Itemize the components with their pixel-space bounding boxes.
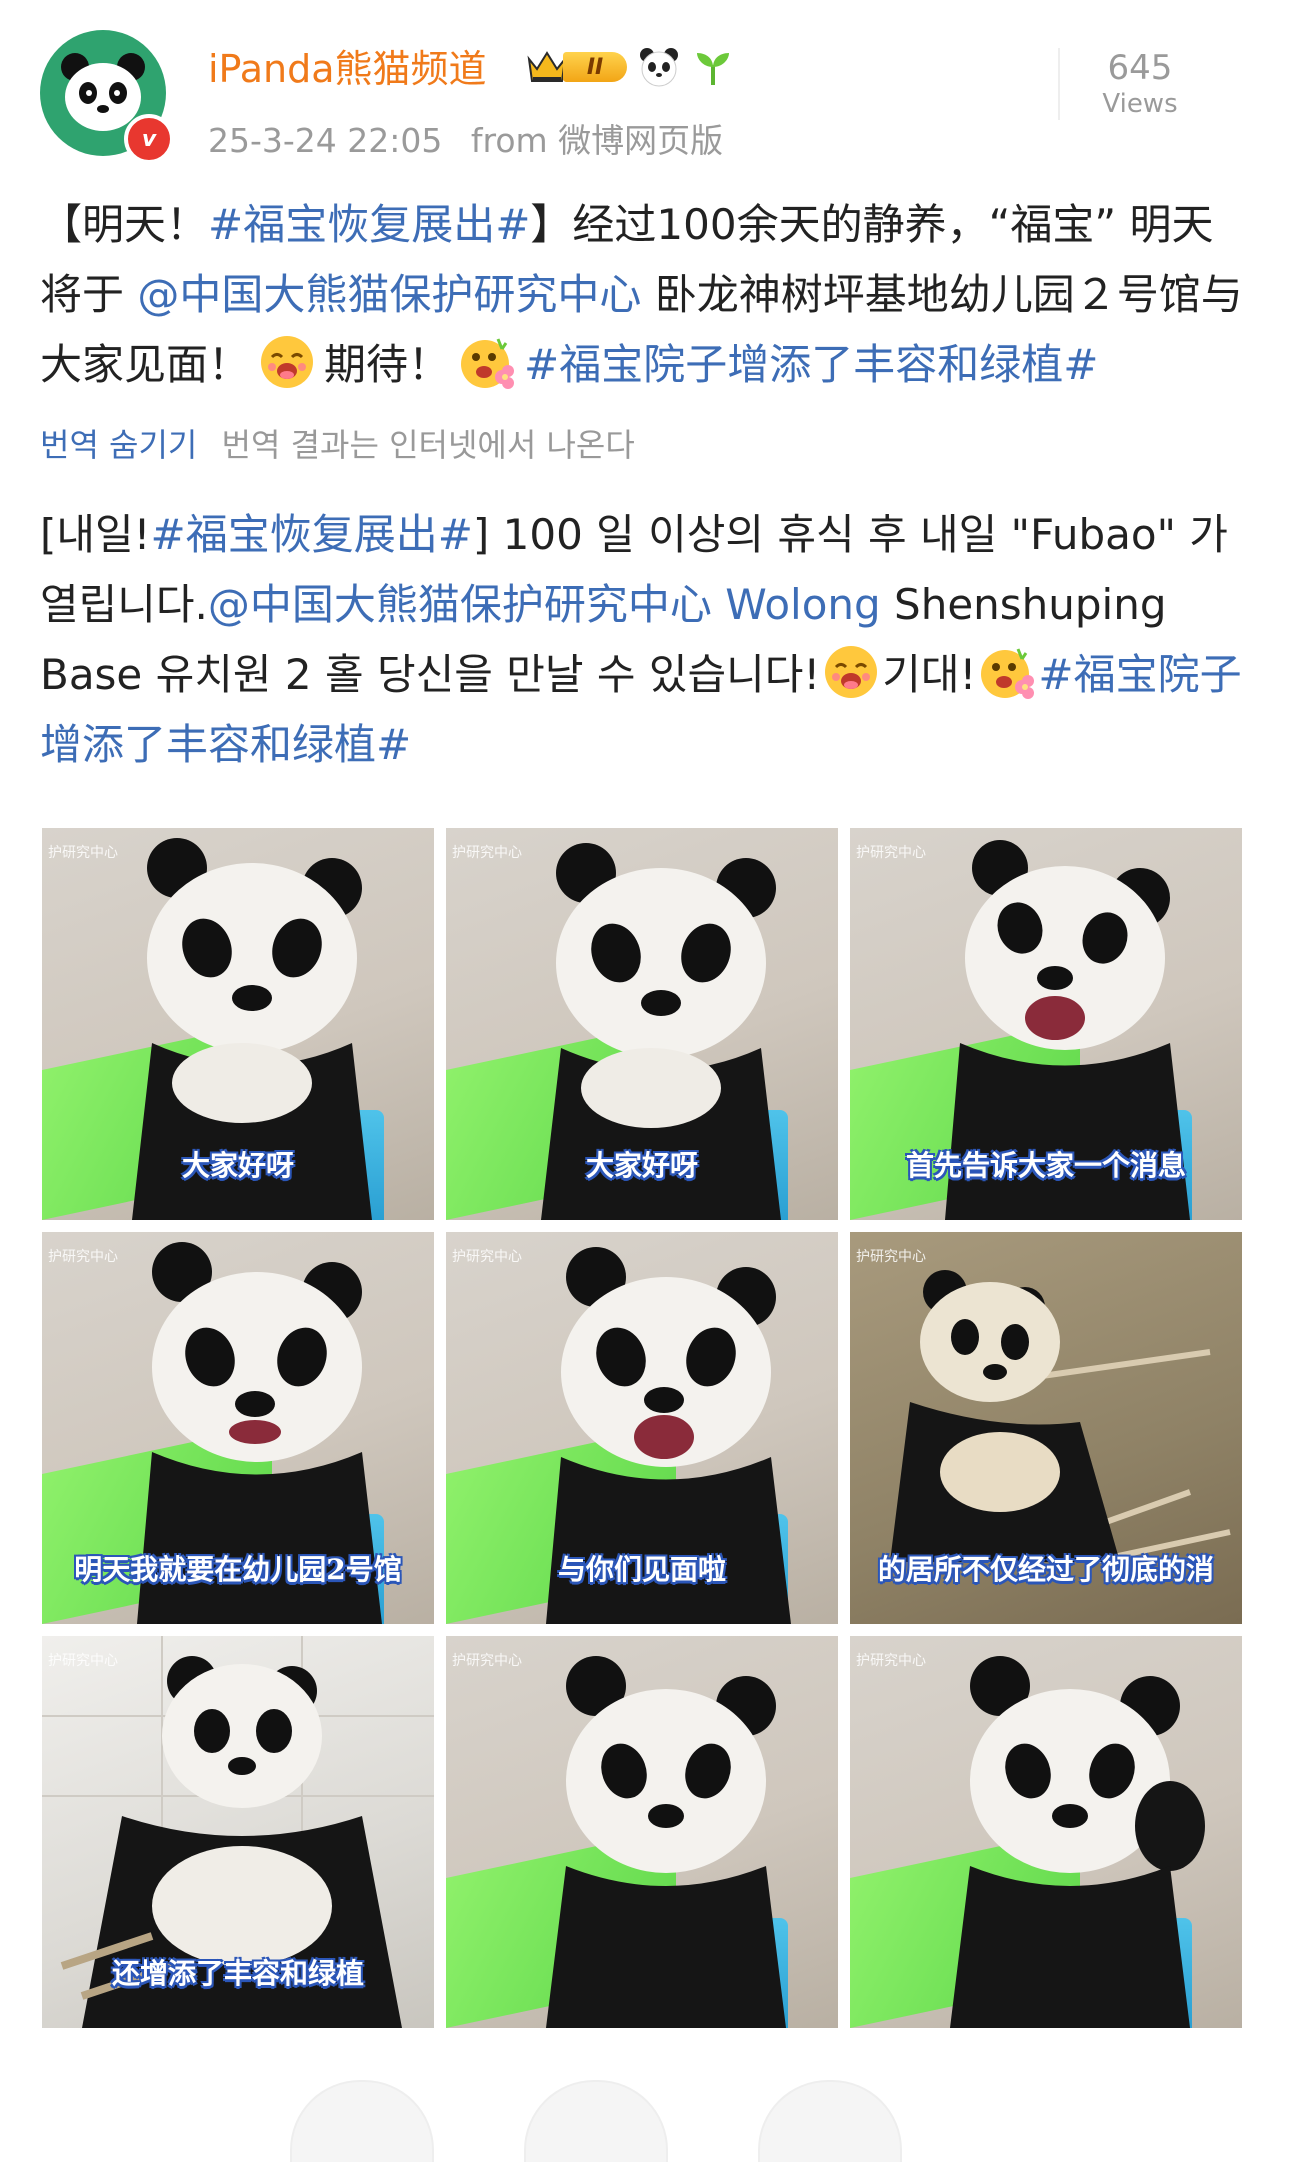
translated-text: 기대!	[882, 650, 977, 699]
flower-face-icon	[461, 338, 515, 389]
username[interactable]: iPanda熊猫频道	[208, 38, 487, 93]
yum-face-icon	[825, 646, 878, 698]
photo-caption: 大家好呀	[585, 1149, 698, 1182]
photo-watermark: 护研究中心	[48, 1653, 118, 1669]
yum-face-icon	[261, 336, 314, 388]
photo-2[interactable]: 护研究中心 大家好呀	[446, 828, 838, 1220]
flower-face-icon	[981, 648, 1035, 699]
translation-bar: 번역 숨기기 번역 결과는 인터넷에서 나온다	[40, 420, 635, 466]
rank-label: II	[563, 52, 627, 82]
post-source: from 微博网页版	[470, 121, 724, 160]
views-counter: 645 Views	[1058, 48, 1220, 120]
action-button[interactable]	[524, 2080, 668, 2162]
photo-3[interactable]: 护研究中心 首先告诉大家一个消息	[850, 828, 1242, 1220]
views-count: 645	[1107, 48, 1173, 88]
post-text: 期待！	[324, 340, 451, 389]
photo-watermark: 护研究中心	[856, 1249, 926, 1265]
vip-rank-badge[interactable]: II	[525, 47, 627, 87]
photo-watermark: 护研究中心	[856, 845, 926, 861]
post-body: 【明天！#福宝恢复展出#】经过100余天的静养，“福宝” 明天将于 @中国大熊猫…	[40, 190, 1250, 400]
translated-text: [내일!	[40, 510, 151, 559]
photo-watermark: 护研究中心	[856, 1653, 926, 1669]
photo-caption: 还增添了丰容和绿植	[111, 1957, 364, 1990]
photo-caption: 与你们见面啦	[557, 1553, 726, 1586]
hashtag-link[interactable]: #福宝恢复展出#	[151, 510, 473, 559]
photo-watermark: 护研究中心	[48, 1249, 118, 1265]
post-meta: 25-3-24 22:05 from 微博网页版	[208, 114, 741, 162]
user-badges: II	[525, 44, 735, 90]
photo-1[interactable]: 护研究中心 大家好呀	[42, 828, 434, 1220]
photo-caption: 的居所不仅经过了彻底的消	[877, 1553, 1214, 1586]
seedling-icon	[697, 53, 729, 85]
mention-link[interactable]: @中国大熊猫保护研究中心	[137, 270, 641, 319]
views-label: Views	[1102, 89, 1178, 119]
photo-grid: 护研究中心 大家好呀 护研究中心 大家好呀 护研究中心 首先告诉大家一个消息 护…	[42, 828, 1242, 2028]
action-button[interactable]	[290, 2080, 434, 2162]
translated-body: [내일!#福宝恢复展出#] 100 일 이상의 휴식 후 내일 "Fubao" …	[40, 500, 1250, 780]
photo-caption: 首先告诉大家一个消息	[905, 1149, 1186, 1182]
photo-4[interactable]: 护研究中心 明天我就要在幼儿园2号馆	[42, 1232, 434, 1624]
hashtag-link[interactable]: #福宝恢复展出#	[208, 200, 530, 249]
panda-face-icon	[640, 48, 678, 87]
photo-5[interactable]: 护研究中心 与你们见面啦	[446, 1232, 838, 1624]
translation-note: 번역 결과는 인터넷에서 나온다	[221, 426, 635, 464]
action-bar-peek	[290, 2080, 902, 2162]
hashtag-link[interactable]: #福宝院子增添了丰容和绿植#	[524, 340, 1098, 389]
photo-9[interactable]: 护研究中心	[850, 1636, 1242, 2028]
post-text: 【明天！	[40, 200, 209, 249]
photo-watermark: 护研究中心	[452, 1653, 522, 1669]
hide-translation-link[interactable]: 번역 숨기기	[40, 426, 197, 464]
mention-link[interactable]: @中国大熊猫保护研究中心 Wolong	[208, 580, 881, 629]
photo-6[interactable]: 护研究中心 的居所不仅经过了彻底的消	[850, 1232, 1242, 1624]
post-date: 25-3-24 22:05	[208, 121, 443, 160]
photo-caption: 大家好呀	[181, 1149, 294, 1182]
verified-badge: v	[124, 114, 174, 164]
photo-watermark: 护研究中心	[48, 845, 118, 861]
photo-watermark: 护研究中心	[452, 1249, 522, 1265]
photo-caption: 明天我就要在幼儿园2号馆	[74, 1553, 402, 1586]
action-button[interactable]	[758, 2080, 902, 2162]
photo-7[interactable]: 护研究中心 还增添了丰容和绿植	[42, 1636, 434, 2028]
photo-8[interactable]: 护研究中心	[446, 1636, 838, 2028]
photo-watermark: 护研究中心	[452, 845, 522, 861]
